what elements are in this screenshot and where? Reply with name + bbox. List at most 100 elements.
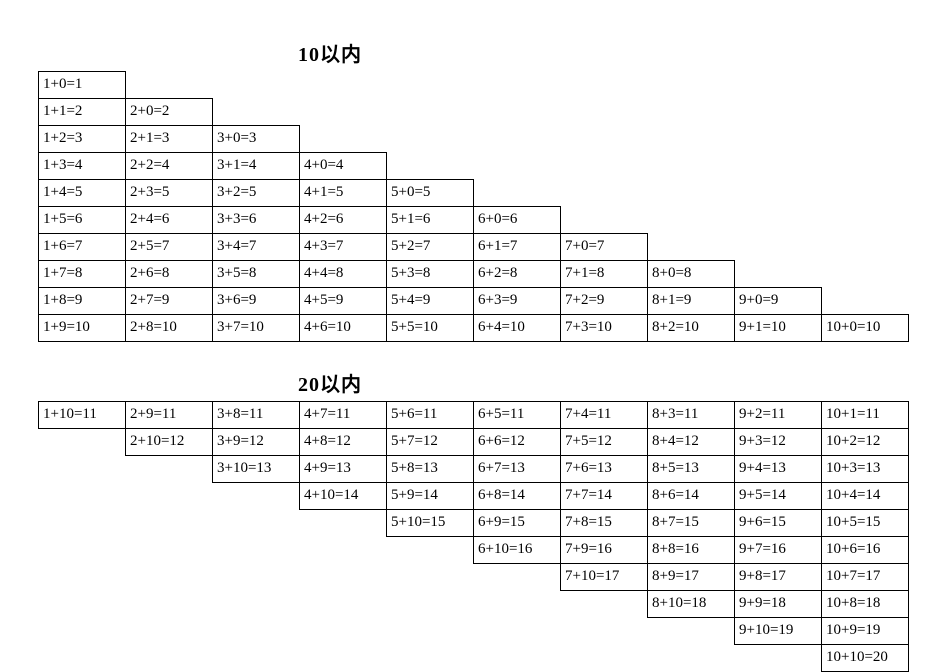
table-cell: 4+10=14 (300, 483, 387, 510)
table-cell: 8+6=14 (648, 483, 735, 510)
empty-cell (474, 591, 561, 618)
table-cell: 3+0=3 (213, 126, 300, 153)
table-cell: 10+7=17 (822, 564, 909, 591)
empty-cell (474, 126, 561, 153)
table-cell: 1+10=11 (39, 402, 126, 429)
empty-cell (387, 645, 474, 672)
table-cell: 10+10=20 (822, 645, 909, 672)
empty-cell (387, 618, 474, 645)
empty-cell (648, 99, 735, 126)
empty-cell (300, 537, 387, 564)
empty-cell (213, 510, 300, 537)
table-cell: 1+1=2 (39, 99, 126, 126)
table-cell: 6+9=15 (474, 510, 561, 537)
empty-cell (822, 72, 909, 99)
table-cell: 5+8=13 (387, 456, 474, 483)
table-cell: 4+8=12 (300, 429, 387, 456)
table-cell: 9+0=9 (735, 288, 822, 315)
empty-cell (387, 591, 474, 618)
empty-cell (561, 618, 648, 645)
table-cell: 1+0=1 (39, 72, 126, 99)
empty-cell (387, 564, 474, 591)
empty-cell (735, 72, 822, 99)
table-cell: 9+4=13 (735, 456, 822, 483)
empty-cell (39, 591, 126, 618)
empty-cell (300, 99, 387, 126)
table-cell: 7+6=13 (561, 456, 648, 483)
empty-cell (648, 234, 735, 261)
table-cell: 7+8=15 (561, 510, 648, 537)
empty-cell (561, 99, 648, 126)
empty-cell (126, 483, 213, 510)
table-cell: 6+2=8 (474, 261, 561, 288)
table-cell: 9+8=17 (735, 564, 822, 591)
table-cell: 3+10=13 (213, 456, 300, 483)
table-cell: 6+6=12 (474, 429, 561, 456)
table-cell: 7+10=17 (561, 564, 648, 591)
table-cell: 4+7=11 (300, 402, 387, 429)
empty-cell (648, 153, 735, 180)
empty-cell (474, 99, 561, 126)
empty-cell (213, 99, 300, 126)
table-cell: 8+9=17 (648, 564, 735, 591)
empty-cell (735, 261, 822, 288)
empty-cell (39, 456, 126, 483)
table-cell: 5+1=6 (387, 207, 474, 234)
empty-cell (213, 72, 300, 99)
empty-cell (822, 234, 909, 261)
empty-cell (39, 429, 126, 456)
table-cell: 9+5=14 (735, 483, 822, 510)
table-cell: 3+3=6 (213, 207, 300, 234)
table-cell: 5+6=11 (387, 402, 474, 429)
table-cell: 2+5=7 (126, 234, 213, 261)
table-cell: 8+0=8 (648, 261, 735, 288)
table-cell: 4+1=5 (300, 180, 387, 207)
empty-cell (822, 180, 909, 207)
table-cell: 7+4=11 (561, 402, 648, 429)
table-cell: 9+9=18 (735, 591, 822, 618)
table-cell: 1+7=8 (39, 261, 126, 288)
table-cell: 10+3=13 (822, 456, 909, 483)
empty-cell (126, 537, 213, 564)
empty-cell (735, 234, 822, 261)
empty-cell (39, 618, 126, 645)
empty-cell (822, 153, 909, 180)
table-cell: 3+5=8 (213, 261, 300, 288)
empty-cell (39, 483, 126, 510)
table-cell: 3+1=4 (213, 153, 300, 180)
table-cell: 8+1=9 (648, 288, 735, 315)
table-cell: 2+1=3 (126, 126, 213, 153)
table-cell: 6+5=11 (474, 402, 561, 429)
table-cell: 7+7=14 (561, 483, 648, 510)
empty-cell (126, 618, 213, 645)
empty-cell (822, 288, 909, 315)
table-cell: 2+8=10 (126, 315, 213, 342)
empty-cell (213, 618, 300, 645)
table-cell: 8+2=10 (648, 315, 735, 342)
table-cell: 8+7=15 (648, 510, 735, 537)
table-cell: 3+6=9 (213, 288, 300, 315)
empty-cell (561, 126, 648, 153)
table-cell: 2+9=11 (126, 402, 213, 429)
empty-cell (561, 645, 648, 672)
table-cell: 10+9=19 (822, 618, 909, 645)
table-cell: 9+6=15 (735, 510, 822, 537)
empty-cell (648, 72, 735, 99)
empty-cell (213, 645, 300, 672)
table-cell: 6+7=13 (474, 456, 561, 483)
empty-cell (213, 483, 300, 510)
empty-cell (648, 126, 735, 153)
table-cell: 3+4=7 (213, 234, 300, 261)
empty-cell (300, 510, 387, 537)
empty-cell (474, 180, 561, 207)
heading-20: 20以内 (298, 368, 945, 397)
empty-cell (126, 564, 213, 591)
table-cell: 6+4=10 (474, 315, 561, 342)
empty-cell (735, 126, 822, 153)
table-cell: 6+8=14 (474, 483, 561, 510)
empty-cell (300, 126, 387, 153)
table-cell: 9+7=16 (735, 537, 822, 564)
table-cell: 10+6=16 (822, 537, 909, 564)
table-cell: 1+3=4 (39, 153, 126, 180)
table-cell: 5+9=14 (387, 483, 474, 510)
